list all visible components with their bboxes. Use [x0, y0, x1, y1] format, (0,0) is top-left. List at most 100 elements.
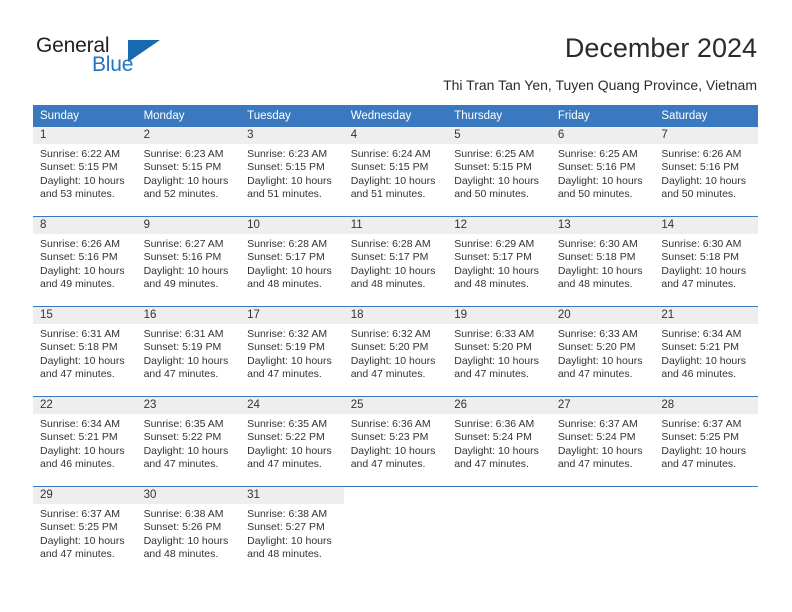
day-cell[interactable]: 18 Sunrise: 6:32 AM Sunset: 5:20 PM Dayligh…	[343, 306, 448, 397]
day-cell[interactable]: 8 Sunrise: 6:26 AM Sunset: 5:16 PM Daylight…	[33, 216, 137, 307]
daylight-text-line1: Daylight: 10 hours	[661, 264, 747, 277]
day-cell[interactable]: 26 Sunrise: 6:36 AM Sunset: 5:24 PM Dayligh…	[447, 396, 551, 487]
sunset-text: Sunset: 5:19 PM	[247, 341, 325, 354]
day-cell[interactable]: 19 Sunrise: 6:33 AM Sunset: 5:20 PM Dayligh…	[447, 306, 551, 397]
day-cell[interactable]: 20 Sunrise: 6:33 AM Sunset: 5:20 PM Dayligh…	[550, 306, 655, 397]
daylight-text-line2: and 47 minutes.	[247, 458, 322, 471]
daylight-text-line1: Daylight: 10 hours	[661, 444, 747, 457]
day-info: Sunrise: 6:26 AM Sunset: 5:16 PM Daylight:…	[33, 234, 137, 292]
day-number: 25	[343, 397, 448, 414]
day-info: Sunrise: 6:32 AM Sunset: 5:19 PM Daylight:…	[240, 324, 344, 382]
sunrise-text: Sunrise: 6:34 AM	[661, 328, 742, 340]
sunset-text: Sunset: 5:24 PM	[557, 431, 636, 444]
daylight-text-line1: Daylight: 10 hours	[40, 354, 125, 367]
daylight-text-line1: Daylight: 10 hours	[247, 264, 332, 277]
day-cell[interactable]: 24 Sunrise: 6:35 AM Sunset: 5:22 PM Dayligh…	[240, 396, 344, 487]
sunrise-text: Sunrise: 6:36 AM	[454, 418, 535, 430]
day-cell[interactable]: 14 Sunrise: 6:30 AM Sunset: 5:18 PM Dayligh…	[654, 216, 758, 307]
day-cell[interactable]: 13 Sunrise: 6:30 AM Sunset: 5:18 PM Dayligh…	[550, 216, 655, 307]
sunrise-text: Sunrise: 6:22 AM	[40, 148, 120, 160]
day-cell[interactable]: 30 Sunrise: 6:38 AM Sunset: 5:26 PM Dayligh…	[136, 486, 241, 576]
sunset-text: Sunset: 5:24 PM	[454, 431, 532, 444]
day-info: Sunrise: 6:38 AM Sunset: 5:26 PM Daylight:…	[137, 504, 241, 562]
day-info: Sunrise: 6:35 AM Sunset: 5:22 PM Daylight:…	[240, 414, 344, 472]
daylight-text-line2: and 48 minutes.	[350, 278, 426, 291]
day-number: 17	[240, 307, 344, 324]
day-cell[interactable]: 31 Sunrise: 6:38 AM Sunset: 5:27 PM Dayligh…	[240, 486, 344, 576]
day-number: 13	[550, 217, 655, 234]
daylight-text-line2: and 47 minutes.	[247, 368, 322, 381]
day-info: Sunrise: 6:31 AM Sunset: 5:19 PM Daylight:…	[137, 324, 241, 382]
daylight-text-line1: Daylight: 10 hours	[454, 354, 539, 367]
day-info: Sunrise: 6:29 AM Sunset: 5:17 PM Daylight:…	[447, 234, 551, 292]
sunrise-text: Sunrise: 6:29 AM	[454, 238, 535, 250]
day-cell[interactable]: 11 Sunrise: 6:28 AM Sunset: 5:17 PM Dayligh…	[343, 216, 448, 307]
day-cell[interactable]: 23 Sunrise: 6:35 AM Sunset: 5:22 PM Dayligh…	[136, 396, 241, 487]
day-number: 30	[136, 487, 241, 504]
day-number: 14	[654, 217, 758, 234]
day-cell[interactable]: 6 Sunrise: 6:25 AM Sunset: 5:16 PM Daylight…	[550, 127, 655, 217]
daylight-text-line1: Daylight: 10 hours	[40, 264, 125, 277]
sunrise-text: Sunrise: 6:25 AM	[454, 148, 535, 160]
daylight-text-line2: and 47 minutes.	[557, 458, 633, 471]
daylight-text-line2: and 48 minutes.	[557, 278, 633, 291]
daylight-text-line2: and 50 minutes.	[454, 188, 529, 201]
day-cell[interactable]: 12 Sunrise: 6:29 AM Sunset: 5:17 PM Dayligh…	[447, 216, 551, 307]
sunset-text: Sunset: 5:17 PM	[454, 251, 532, 264]
day-cell[interactable]: 28 Sunrise: 6:37 AM Sunset: 5:25 PM Dayligh…	[654, 396, 758, 487]
day-cell[interactable]: 5 Sunrise: 6:25 AM Sunset: 5:15 PM Daylight…	[447, 127, 551, 217]
sunset-text: Sunset: 5:22 PM	[143, 431, 222, 444]
sunrise-text: Sunrise: 6:37 AM	[661, 418, 742, 430]
day-cell-empty	[654, 486, 758, 576]
day-cell[interactable]: 3 Sunrise: 6:23 AM Sunset: 5:15 PM Daylight…	[240, 127, 344, 217]
sunset-text: Sunset: 5:20 PM	[557, 341, 636, 354]
sunset-text: Sunset: 5:15 PM	[454, 161, 532, 174]
day-cell[interactable]: 17 Sunrise: 6:32 AM Sunset: 5:19 PM Dayligh…	[240, 306, 344, 397]
day-info: Sunrise: 6:36 AM Sunset: 5:24 PM Daylight:…	[447, 414, 551, 472]
day-number: 1	[33, 127, 137, 144]
day-cell[interactable]: 29 Sunrise: 6:37 AM Sunset: 5:25 PM Dayligh…	[33, 486, 137, 576]
day-cell[interactable]: 25 Sunrise: 6:36 AM Sunset: 5:23 PM Dayligh…	[343, 396, 448, 487]
day-cell[interactable]: 16 Sunrise: 6:31 AM Sunset: 5:19 PM Dayligh…	[136, 306, 241, 397]
day-number: 10	[240, 217, 344, 234]
sunrise-text: Sunrise: 6:31 AM	[143, 328, 224, 340]
day-cell[interactable]: 7 Sunrise: 6:26 AM Sunset: 5:16 PM Daylight…	[654, 127, 758, 217]
daylight-text-line2: and 48 minutes.	[143, 548, 219, 561]
calendar-table: Sunday Monday Tuesday Wednesday Thursday…	[33, 105, 758, 576]
day-cell[interactable]: 21 Sunrise: 6:34 AM Sunset: 5:21 PM Dayligh…	[654, 306, 758, 397]
general-blue-logo[interactable]: General Blue	[36, 34, 196, 82]
day-info: Sunrise: 6:24 AM Sunset: 5:15 PM Daylight:…	[344, 144, 448, 202]
day-cell[interactable]: 4 Sunrise: 6:24 AM Sunset: 5:15 PM Daylight…	[343, 127, 448, 217]
sunset-text: Sunset: 5:20 PM	[454, 341, 532, 354]
day-info: Sunrise: 6:23 AM Sunset: 5:15 PM Daylight:…	[137, 144, 241, 202]
day-number: 24	[240, 397, 344, 414]
daylight-text-line2: and 48 minutes.	[247, 278, 322, 291]
day-number: 26	[447, 397, 551, 414]
daylight-text-line1: Daylight: 10 hours	[143, 354, 229, 367]
day-number: 19	[447, 307, 551, 324]
day-cell[interactable]: 22 Sunrise: 6:34 AM Sunset: 5:21 PM Dayligh…	[33, 396, 137, 487]
day-cell[interactable]: 15 Sunrise: 6:31 AM Sunset: 5:18 PM Dayligh…	[33, 306, 137, 397]
day-cell[interactable]: 9 Sunrise: 6:27 AM Sunset: 5:16 PM Daylight…	[136, 216, 241, 307]
daylight-text-line2: and 51 minutes.	[247, 188, 322, 201]
daylight-text-line1: Daylight: 10 hours	[350, 264, 436, 277]
daylight-text-line1: Daylight: 10 hours	[143, 534, 229, 547]
day-cell[interactable]: 10 Sunrise: 6:28 AM Sunset: 5:17 PM Dayligh…	[240, 216, 344, 307]
sunrise-text: Sunrise: 6:32 AM	[247, 328, 328, 340]
day-info: Sunrise: 6:30 AM Sunset: 5:18 PM Daylight:…	[551, 234, 655, 292]
daylight-text-line2: and 47 minutes.	[350, 368, 426, 381]
day-number: 31	[240, 487, 344, 504]
sunrise-text: Sunrise: 6:23 AM	[143, 148, 224, 160]
day-number: 7	[654, 127, 758, 144]
day-number: 28	[654, 397, 758, 414]
day-cell[interactable]: 27 Sunrise: 6:37 AM Sunset: 5:24 PM Dayligh…	[550, 396, 655, 487]
day-cell[interactable]: 2 Sunrise: 6:23 AM Sunset: 5:15 PM Daylight…	[136, 127, 241, 217]
day-cell-empty	[447, 486, 551, 576]
day-cell-empty	[343, 486, 448, 576]
weekday-header-thursday: Thursday	[447, 105, 551, 127]
day-cell[interactable]: 1 Sunrise: 6:22 AM Sunset: 5:15 PM Daylight…	[33, 127, 137, 217]
sunset-text: Sunset: 5:21 PM	[661, 341, 740, 354]
day-number: 6	[550, 127, 655, 144]
daylight-text-line1: Daylight: 10 hours	[557, 354, 643, 367]
daylight-text-line2: and 46 minutes.	[661, 368, 737, 381]
